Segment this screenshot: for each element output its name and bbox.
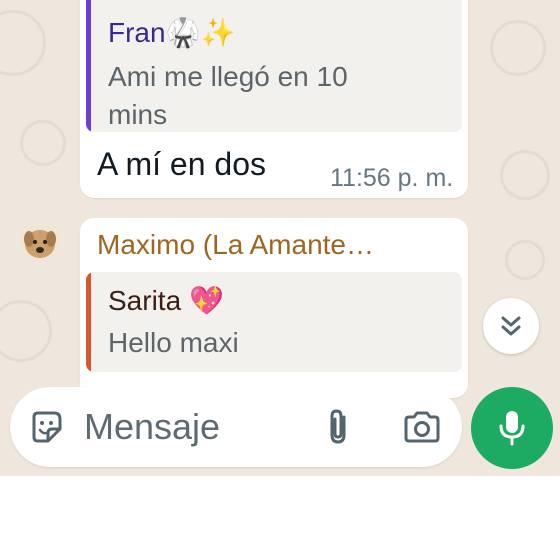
wallpaper-doodle xyxy=(490,20,546,76)
quoted-author: Sarita 💖 xyxy=(108,284,224,318)
message-bubble-outgoing[interactable]: Fran🥋✨ Ami me llegó en 10 mins A mí en d… xyxy=(80,0,468,198)
quoted-text: Hello maxi xyxy=(108,327,239,358)
paperclip-icon xyxy=(330,409,346,444)
attach-button[interactable] xyxy=(318,407,358,447)
quoted-author-name: Fran xyxy=(108,17,166,48)
camera-icon xyxy=(404,411,440,443)
bottom-blank-area xyxy=(0,476,560,560)
sticker-button[interactable] xyxy=(26,407,66,447)
microphone-icon xyxy=(499,411,525,446)
scroll-to-bottom-button[interactable] xyxy=(483,298,539,354)
quoted-message[interactable]: Sarita 💖 Hello maxi xyxy=(86,272,462,372)
message-text: A mí en dos xyxy=(97,146,266,182)
quoted-author-emoji: 💖 xyxy=(188,285,224,316)
message-composer xyxy=(10,387,462,467)
voice-message-button[interactable] xyxy=(471,387,553,469)
message-timestamp: 11:56 p. m. xyxy=(330,164,454,192)
chat-background: Fran🥋✨ Ami me llegó en 10 mins A mí en d… xyxy=(0,0,560,476)
quoted-author: Fran🥋✨ xyxy=(108,16,235,50)
quoted-author-name: Sarita xyxy=(108,285,182,316)
message-bubble-incoming[interactable]: Maximo (La Amante… Sarita 💖 Hello maxi xyxy=(80,218,468,398)
wallpaper-doodle xyxy=(0,10,46,76)
wallpaper-doodle xyxy=(20,120,66,166)
quoted-author-emoji: 🥋✨ xyxy=(165,17,236,48)
wallpaper-doodle xyxy=(500,150,550,200)
quoted-message[interactable]: Fran🥋✨ Ami me llegó en 10 mins xyxy=(86,0,462,132)
sender-name[interactable]: Maximo (La Amante… xyxy=(97,229,374,261)
message-input[interactable] xyxy=(84,405,304,449)
double-chevron-down-icon xyxy=(501,316,521,336)
wallpaper-doodle xyxy=(505,240,545,280)
quoted-text: Ami me llegó en 10 mins xyxy=(108,61,348,130)
sticker-icon xyxy=(32,411,62,443)
avatar[interactable] xyxy=(20,222,60,262)
quote-accent-bar xyxy=(86,0,91,132)
wallpaper-doodle xyxy=(0,300,52,362)
quote-accent-bar xyxy=(86,272,91,372)
dog-avatar-icon xyxy=(20,222,60,262)
camera-button[interactable] xyxy=(400,407,444,447)
